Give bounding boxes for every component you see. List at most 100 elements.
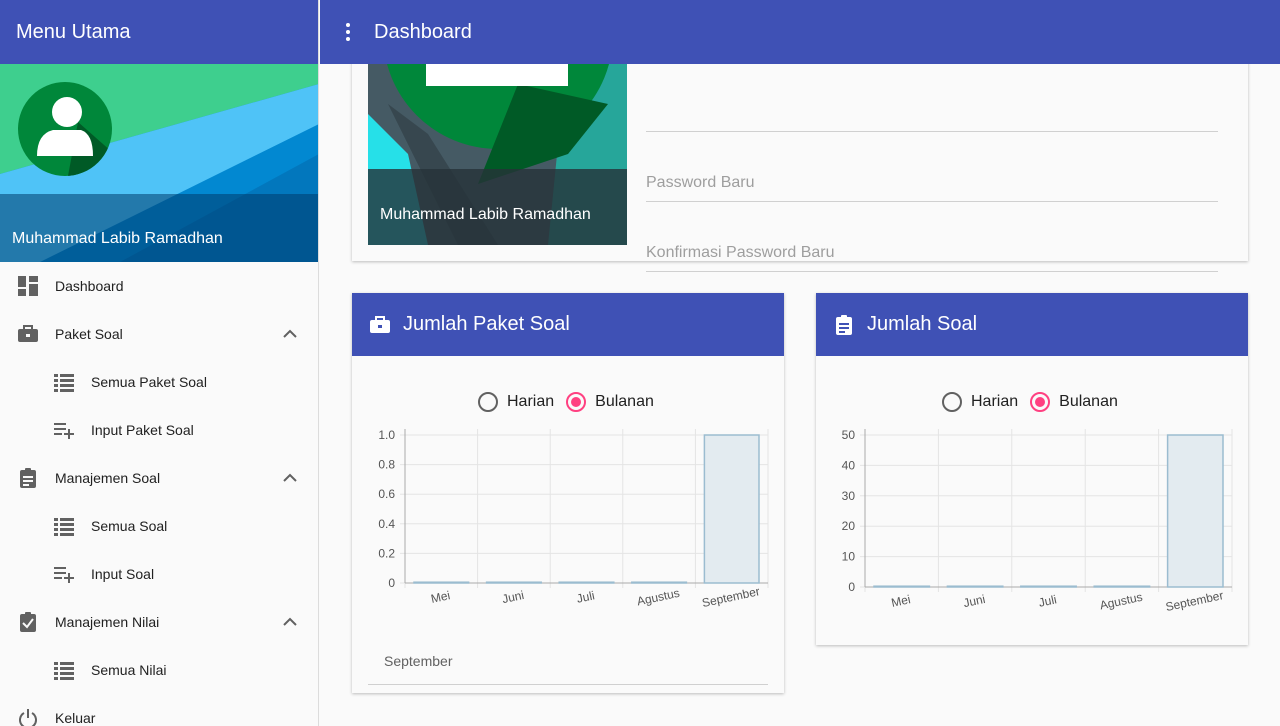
clipboard-icon bbox=[20, 468, 36, 488]
profile-card-image: Muhammad Labib Ramadhan bbox=[368, 64, 627, 245]
sidebar-item-label: Input Soal bbox=[91, 566, 155, 582]
y-tick-label: 0.6 bbox=[378, 487, 395, 501]
sidebar: Menu Utama Muhammad Labib Ramadhan Dashb… bbox=[0, 0, 319, 726]
bar bbox=[558, 581, 615, 584]
sidebar-item-manajemen-nilai[interactable]: Manajemen Nilai bbox=[0, 598, 318, 646]
radio-bulanan[interactable]: Bulanan bbox=[566, 392, 654, 412]
playlist-add-icon bbox=[54, 423, 74, 439]
radio-bulanan[interactable]: Bulanan bbox=[1030, 392, 1118, 412]
radio-label: Harian bbox=[507, 393, 555, 410]
radio-harian[interactable]: Harian bbox=[478, 392, 554, 412]
bar bbox=[485, 581, 542, 584]
chevron-up-icon[interactable] bbox=[282, 614, 298, 630]
new-password-input[interactable] bbox=[646, 168, 1218, 198]
radio-label: Bulanan bbox=[595, 393, 654, 410]
y-tick-label: 30 bbox=[842, 489, 856, 503]
sidebar-item-label: Manajemen Soal bbox=[55, 470, 161, 486]
list-icon bbox=[54, 662, 74, 680]
confirm-password-field[interactable] bbox=[646, 238, 1218, 272]
radio-label: Bulanan bbox=[1059, 393, 1118, 410]
x-tick-label: Juni bbox=[962, 592, 986, 610]
sidebar-item-label: Semua Nilai bbox=[91, 662, 167, 678]
y-tick-label: 0 bbox=[388, 576, 395, 590]
sidebar-item-semua-soal[interactable]: Semua Soal bbox=[0, 502, 318, 550]
soal-period-radio-group: Harian Bulanan bbox=[942, 390, 1130, 414]
chevron-up-icon[interactable] bbox=[282, 470, 298, 486]
x-tick-label: Juli bbox=[575, 588, 596, 605]
paket-soal-chart: 0 0.2 0.4 0.6 0.8 1.0 Mei Juni Juli Agustus Septem… bbox=[378, 428, 769, 610]
profile-card: Muhammad Labib Ramadhan bbox=[352, 64, 1248, 272]
radio-label: Harian bbox=[971, 393, 1019, 410]
radio-circle[interactable] bbox=[478, 392, 498, 412]
soal-chart: 0 10 20 30 40 50 Mei Juni Juli Agustus September bbox=[842, 428, 1233, 613]
sidebar-item-input-paket-soal[interactable]: Input Paket Soal bbox=[0, 406, 318, 454]
sidebar-item-semua-paket-soal[interactable]: Semua Paket Soal bbox=[0, 358, 318, 406]
chevron-up-icon[interactable] bbox=[282, 326, 298, 342]
sidebar-item-label: Input Paket Soal bbox=[91, 422, 194, 438]
paket-soal-card-title: Jumlah Paket Soal bbox=[403, 313, 570, 335]
paket-period-radio-group: Harian Bulanan bbox=[478, 390, 666, 414]
y-tick-label: 0.8 bbox=[378, 458, 395, 472]
user-icon bbox=[18, 82, 112, 176]
dashboard-icon bbox=[18, 276, 38, 296]
sidebar-item-dashboard[interactable]: Dashboard bbox=[0, 262, 318, 310]
y-tick-label: 0 bbox=[848, 580, 855, 594]
avatar[interactable] bbox=[18, 82, 112, 176]
month-select[interactable]: September bbox=[368, 639, 768, 685]
top-app-bar: Dashboard bbox=[320, 0, 1280, 64]
bar bbox=[1020, 585, 1077, 588]
y-tick-label: 1.0 bbox=[378, 428, 395, 442]
power-icon bbox=[19, 709, 37, 726]
radio-circle[interactable] bbox=[566, 392, 587, 412]
soal-card: Jumlah Soal Harian Bulanan 0 10 20 30 40 50 Me… bbox=[816, 293, 1248, 645]
previous-field-underline bbox=[646, 98, 1218, 132]
playlist-add-icon bbox=[54, 567, 74, 583]
y-tick-label: 20 bbox=[842, 519, 856, 533]
sidebar-item-label: Semua Paket Soal bbox=[91, 374, 207, 390]
sidebar-item-paket-soal[interactable]: Paket Soal bbox=[0, 310, 318, 358]
paket-soal-card: Jumlah Paket Soal Harian Bulanan 0 0.2 0.4… bbox=[352, 293, 784, 693]
soal-card-header: Jumlah Soal bbox=[816, 293, 1248, 356]
bar bbox=[946, 585, 1004, 588]
briefcase-icon bbox=[370, 316, 390, 333]
bar bbox=[413, 581, 470, 584]
y-tick-label: 0.2 bbox=[378, 546, 395, 560]
x-tick-label: September bbox=[701, 584, 761, 610]
briefcase-icon bbox=[18, 325, 38, 342]
soal-card-title: Jumlah Soal bbox=[867, 313, 978, 335]
x-tick-label: Mei bbox=[890, 592, 912, 610]
sidebar-profile: Muhammad Labib Ramadhan bbox=[0, 64, 318, 262]
paket-soal-card-header: Jumlah Paket Soal bbox=[352, 293, 784, 356]
confirm-password-input[interactable] bbox=[646, 238, 1218, 268]
sidebar-item-semua-nilai[interactable]: Semua Nilai bbox=[0, 646, 318, 694]
sidebar-item-input-soal[interactable]: Input Soal bbox=[0, 550, 318, 598]
bar bbox=[703, 434, 760, 584]
y-tick-label: 40 bbox=[842, 458, 856, 472]
bar bbox=[873, 585, 931, 588]
more-vert-icon[interactable] bbox=[342, 22, 354, 42]
clipboard-icon bbox=[836, 315, 852, 335]
y-tick-label: 50 bbox=[842, 428, 856, 442]
bar bbox=[1166, 434, 1224, 588]
assignment-check-icon bbox=[20, 612, 36, 632]
y-tick-label: 10 bbox=[842, 550, 856, 564]
new-password-field[interactable] bbox=[646, 168, 1218, 202]
bar bbox=[631, 581, 688, 584]
y-tick-label: 0.4 bbox=[378, 517, 395, 531]
radio-harian[interactable]: Harian bbox=[942, 392, 1018, 412]
radio-circle[interactable] bbox=[1030, 392, 1051, 412]
x-tick-label: Juli bbox=[1037, 592, 1058, 609]
sidebar-item-keluar[interactable]: Keluar bbox=[0, 694, 318, 726]
x-tick-label: Agustus bbox=[1098, 590, 1143, 613]
x-tick-label: September bbox=[1164, 588, 1224, 613]
sidebar-item-label: Paket Soal bbox=[55, 326, 123, 342]
sidebar-item-label: Keluar bbox=[55, 710, 96, 726]
month-select-value: September bbox=[384, 653, 453, 669]
sidebar-nav: Dashboard Paket Soal Semua Paket Soal In… bbox=[0, 262, 318, 726]
profile-card-name: Muhammad Labib Ramadhan bbox=[368, 169, 627, 245]
x-tick-label: Mei bbox=[430, 588, 452, 606]
radio-circle[interactable] bbox=[942, 392, 962, 412]
sidebar-user-name: Muhammad Labib Ramadhan bbox=[0, 194, 318, 262]
main-content: Muhammad Labib Ramadhan Jumlah Paket Soa… bbox=[320, 64, 1280, 726]
sidebar-item-manajemen-soal[interactable]: Manajemen Soal bbox=[0, 454, 318, 502]
